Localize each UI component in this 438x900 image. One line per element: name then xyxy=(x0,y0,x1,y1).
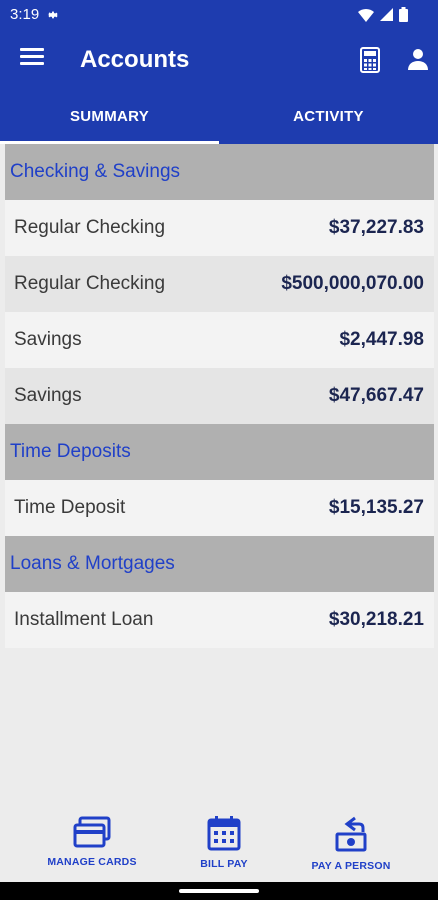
calculator-icon[interactable] xyxy=(360,47,380,73)
system-nav-area xyxy=(0,882,438,900)
app-bar: Accounts xyxy=(0,30,438,92)
account-balance: $30,218.21 xyxy=(328,609,424,630)
hamburger-icon-line xyxy=(20,55,44,58)
account-name: Regular Checking xyxy=(14,273,166,294)
section-header-loans-mortgages: Loans & Mortgages xyxy=(5,536,434,592)
manage-cards-button[interactable]: MANAGE CARDS xyxy=(22,810,162,868)
bottom-nav: MANAGE CARDS BILL PAY PAY A PERSON xyxy=(0,810,438,882)
tab-bar: SUMMARY ACTIVITY xyxy=(0,92,438,144)
hamburger-icon-line xyxy=(20,48,44,51)
account-balance: $500,000,070.00 xyxy=(281,273,424,294)
pay-a-person-button[interactable]: PAY A PERSON xyxy=(281,810,421,872)
manage-cards-label: MANAGE CARDS xyxy=(47,856,137,868)
send-money-icon xyxy=(335,816,367,852)
account-balance: $37,227.83 xyxy=(328,217,424,238)
bill-pay-label: BILL PAY xyxy=(200,858,248,870)
account-row[interactable]: Savings $47,667.47 xyxy=(5,368,434,424)
account-row[interactable]: Time Deposit $15,135.27 xyxy=(5,480,434,536)
bill-pay-button[interactable]: BILL PAY xyxy=(154,810,294,870)
account-name: Savings xyxy=(14,329,82,350)
account-row[interactable]: Regular Checking $500,000,070.00 xyxy=(5,256,434,312)
tab-summary[interactable]: SUMMARY xyxy=(0,92,219,144)
account-name: Installment Loan xyxy=(14,609,154,630)
account-row[interactable]: Savings $2,447.98 xyxy=(5,312,434,368)
page-title: Accounts xyxy=(80,46,190,73)
wifi-icon xyxy=(358,8,374,22)
account-name: Savings xyxy=(14,385,82,406)
pay-a-person-label: PAY A PERSON xyxy=(311,860,391,872)
account-row[interactable]: Installment Loan $30,218.21 xyxy=(5,592,434,648)
menu-button[interactable] xyxy=(20,48,44,72)
home-gesture-handle[interactable] xyxy=(179,889,259,893)
settings-gear-icon xyxy=(47,11,59,19)
account-balance: $47,667.47 xyxy=(328,385,424,406)
hamburger-icon-line xyxy=(20,62,44,65)
cell-signal-icon xyxy=(380,8,393,21)
account-row[interactable]: Regular Checking $37,227.83 xyxy=(5,200,434,256)
status-indicators xyxy=(358,7,408,22)
battery-icon xyxy=(399,7,408,22)
profile-icon[interactable] xyxy=(407,48,429,70)
account-name: Regular Checking xyxy=(14,217,166,238)
calendar-icon xyxy=(207,816,241,851)
status-time: 3:19 xyxy=(10,6,40,23)
section-header-time-deposits: Time Deposits xyxy=(5,424,434,480)
status-bar: 3:19 xyxy=(0,0,438,30)
credit-card-icon xyxy=(73,816,111,848)
section-header-checking-savings: Checking & Savings xyxy=(5,144,434,200)
account-balance: $2,447.98 xyxy=(339,329,424,350)
accounts-list: Checking & Savings Regular Checking $37,… xyxy=(5,144,434,648)
account-balance: $15,135.27 xyxy=(328,497,424,518)
account-name: Time Deposit xyxy=(14,497,126,518)
tab-activity[interactable]: ACTIVITY xyxy=(219,92,438,144)
